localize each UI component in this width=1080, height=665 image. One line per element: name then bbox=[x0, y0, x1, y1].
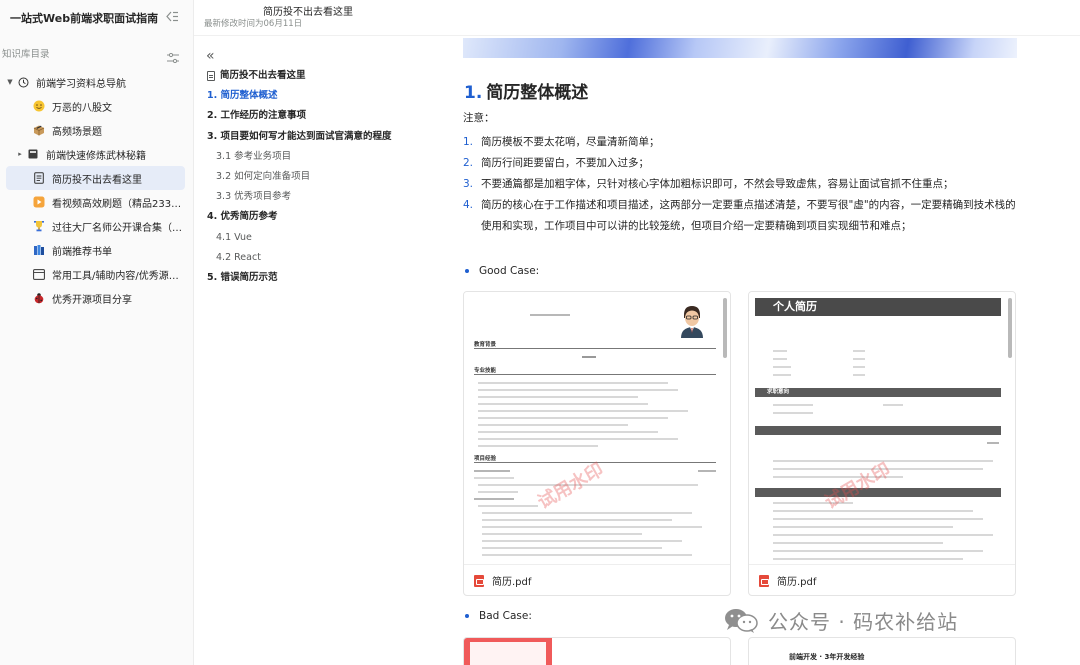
preview-heading: 前端开发 · 3年开发经验 bbox=[789, 653, 865, 661]
trophy-emoji-icon bbox=[32, 219, 46, 233]
video-emoji-icon bbox=[32, 195, 46, 209]
book-emoji-icon bbox=[26, 147, 40, 161]
section-heading: 1. 简历整体概述 bbox=[464, 83, 589, 103]
trial-watermark: 试用水印 bbox=[821, 459, 895, 514]
pdf-attachment-card[interactable]: 个人简历 求职意向 试用水印 简历.pdf bbox=[748, 291, 1016, 596]
banner-image bbox=[463, 38, 1017, 58]
pdf-attachment-card[interactable]: 前端开发 · 3年开发经验 bbox=[748, 637, 1016, 665]
pdf-preview[interactable]: 教育背景 专业技能 项目经验 试用水印 bbox=[464, 292, 730, 564]
toc-item[interactable]: 4.1 Vue bbox=[196, 228, 446, 248]
toc-item[interactable]: 4. 优秀简历参考 bbox=[196, 207, 446, 227]
attachment-name: 简历.pdf bbox=[492, 577, 532, 588]
clock-icon bbox=[16, 75, 30, 89]
toc-item[interactable]: 1. 简历整体概述 bbox=[196, 86, 446, 106]
sidebar-header: 一站式Web前端求职面试指南 bbox=[0, 0, 193, 36]
collapse-sidebar-icon[interactable] bbox=[165, 11, 179, 25]
tree-item-label: 优秀开源项目分享 bbox=[52, 294, 132, 306]
tree-item-martial-arts[interactable]: ▸ 前端快速修炼武林秘籍 bbox=[0, 142, 185, 166]
document-body: 1. 简历整体概述 注意： 1. 简历模板不要太花哨，尽量清新简单； 2. 简历行… bbox=[463, 36, 1063, 665]
tree-item-label: 高频场景题 bbox=[52, 126, 102, 138]
pdf-file-icon bbox=[759, 574, 769, 587]
document-header: 简历投不出去看这里 最新修改时间为06月11日 bbox=[194, 0, 1080, 36]
attachment-footer[interactable]: 简历.pdf bbox=[464, 564, 730, 595]
list-item: 4. 简历的核心在于工作描述和项目描述，这两部分一定要重点描述清楚，不要写很"虚… bbox=[463, 199, 1016, 232]
tree-item-videos[interactable]: 看视频高效刷题（精品233问） bbox=[0, 190, 185, 214]
collapse-toc-icon[interactable]: « bbox=[206, 46, 446, 66]
attachment-footer[interactable]: 简历.pdf bbox=[749, 564, 1015, 595]
books-emoji-icon bbox=[32, 243, 46, 257]
preview-scrollbar[interactable] bbox=[723, 298, 727, 358]
table-icon bbox=[32, 267, 46, 281]
attachment-name: 简历.pdf bbox=[777, 577, 817, 588]
tree-item-scenario-questions[interactable]: 高频场景题 bbox=[0, 118, 185, 142]
tree-item-label: 过往大厂名师公开课合集（每... bbox=[52, 222, 185, 234]
wechat-account-name: 公众号 · 码农补给站 bbox=[768, 610, 959, 634]
bad-case-bullet: Bad Case: bbox=[465, 610, 532, 622]
tree-item-label: 前端推荐书单 bbox=[52, 246, 112, 258]
tree-item-open-classes[interactable]: 过往大厂名师公开课合集（每... bbox=[0, 214, 185, 238]
directory-label: 知识库目录 bbox=[2, 49, 50, 60]
toc-item[interactable]: 4.2 React bbox=[196, 248, 446, 268]
bullet-dot bbox=[465, 614, 469, 618]
caret-down-icon[interactable]: ▼ bbox=[4, 78, 16, 86]
tree-item-label: 万恶的八股文 bbox=[52, 102, 112, 114]
tree-item-resume[interactable]: 简历投不出去看这里 bbox=[6, 166, 185, 190]
tree-item-label: 常用工具/辅助内容/优秀源码... bbox=[52, 270, 185, 282]
last-modified: 最新修改时间为06月11日 bbox=[204, 19, 303, 29]
knowledge-base-title[interactable]: 一站式Web前端求职面试指南 bbox=[10, 10, 158, 26]
preview-scrollbar[interactable] bbox=[1008, 298, 1012, 358]
toc-item[interactable]: 3. 项目要如何写才能达到面试官满意的程度 bbox=[196, 127, 446, 147]
toc-item[interactable]: 5. 错误简历示范 bbox=[196, 268, 446, 288]
tree-item-label: 看视频高效刷题（精品233问） bbox=[52, 198, 185, 210]
document-icon bbox=[207, 71, 215, 82]
bullet-dot bbox=[465, 269, 469, 273]
pdf-preview[interactable]: 前端开发 · 3年开发经验 bbox=[749, 638, 1015, 665]
tree-item-label: 前端学习资料总导航 bbox=[36, 78, 126, 90]
toc-item[interactable]: 3.1 参考业务项目 bbox=[196, 147, 446, 167]
ladybug-emoji-icon bbox=[32, 291, 46, 305]
good-case-bullet: Good Case: bbox=[465, 265, 539, 277]
ordered-list: 1. 简历模板不要太花哨，尽量清新简单； 2. 简历行间距要留白，不要加入过多；… bbox=[463, 132, 1023, 237]
tree-item-tools[interactable]: 常用工具/辅助内容/优秀源码... bbox=[0, 262, 185, 286]
caret-right-icon[interactable]: ▸ bbox=[14, 150, 26, 158]
pdf-preview[interactable]: 个人简历 求职意向 试用水印 bbox=[749, 292, 1015, 564]
tree-item-navigation[interactable]: ▼ 前端学习资料总导航 bbox=[0, 70, 185, 94]
list-item: 3. 不要通篇都是加粗字体，只针对核心字体加粗标识即可，不然会导致虚焦，容易让面… bbox=[463, 178, 954, 190]
pdf-attachment-card[interactable]: 教育背景 专业技能 项目经验 试用水印 简历.pdf bbox=[463, 291, 731, 596]
list-item: 2. 简历行间距要留白，不要加入过多； bbox=[463, 157, 649, 169]
smile-emoji-icon bbox=[32, 99, 46, 113]
preview-title: 个人简历 bbox=[755, 298, 1001, 316]
tree-item-label: 前端快速修炼武林秘籍 bbox=[46, 150, 146, 162]
toc-item[interactable]: 3.2 如何定向准备项目 bbox=[196, 167, 446, 187]
toc-item[interactable]: 2. 工作经历的注意事项 bbox=[196, 106, 446, 126]
preview-band: 求职意向 bbox=[755, 388, 1001, 397]
directory-header: 知识库目录 bbox=[0, 38, 193, 68]
note-label: 注意： bbox=[463, 112, 495, 124]
document-title: 简历投不出去看这里 bbox=[263, 7, 353, 18]
directory-tree: ▼ 前端学习资料总导航 万恶的八股文 高频场景题 ▸ 前端快速修炼武林秘籍 简历… bbox=[0, 70, 193, 310]
toc-item[interactable]: 3.3 优秀项目参考 bbox=[196, 187, 446, 207]
wechat-icon bbox=[724, 608, 758, 634]
document-icon bbox=[32, 171, 46, 185]
wechat-account-overlay: 公众号 · 码农补给站 bbox=[724, 606, 958, 635]
table-of-contents: « 简历投不出去看这里 1. 简历整体概述 2. 工作经历的注意事项 3. 项目… bbox=[196, 46, 446, 288]
avatar bbox=[681, 306, 703, 338]
tree-item-label: 简历投不出去看这里 bbox=[52, 174, 142, 186]
tree-item-booklist[interactable]: 前端推荐书单 bbox=[0, 238, 185, 262]
tree-item-open-source[interactable]: 优秀开源项目分享 bbox=[0, 286, 185, 310]
tree-item-eight-legged[interactable]: 万恶的八股文 bbox=[0, 94, 185, 118]
directory-settings-icon[interactable] bbox=[167, 48, 179, 64]
toc-document-title[interactable]: 简历投不出去看这里 bbox=[196, 66, 446, 86]
package-emoji-icon bbox=[32, 123, 46, 137]
pdf-file-icon bbox=[474, 574, 484, 587]
list-item: 1. 简历模板不要太花哨，尽量清新简单； bbox=[463, 136, 660, 148]
pdf-attachment-card[interactable] bbox=[463, 637, 731, 665]
sidebar: 一站式Web前端求职面试指南 知识库目录 ▼ 前端学习资料总导航 万恶的八股文 bbox=[0, 0, 194, 665]
